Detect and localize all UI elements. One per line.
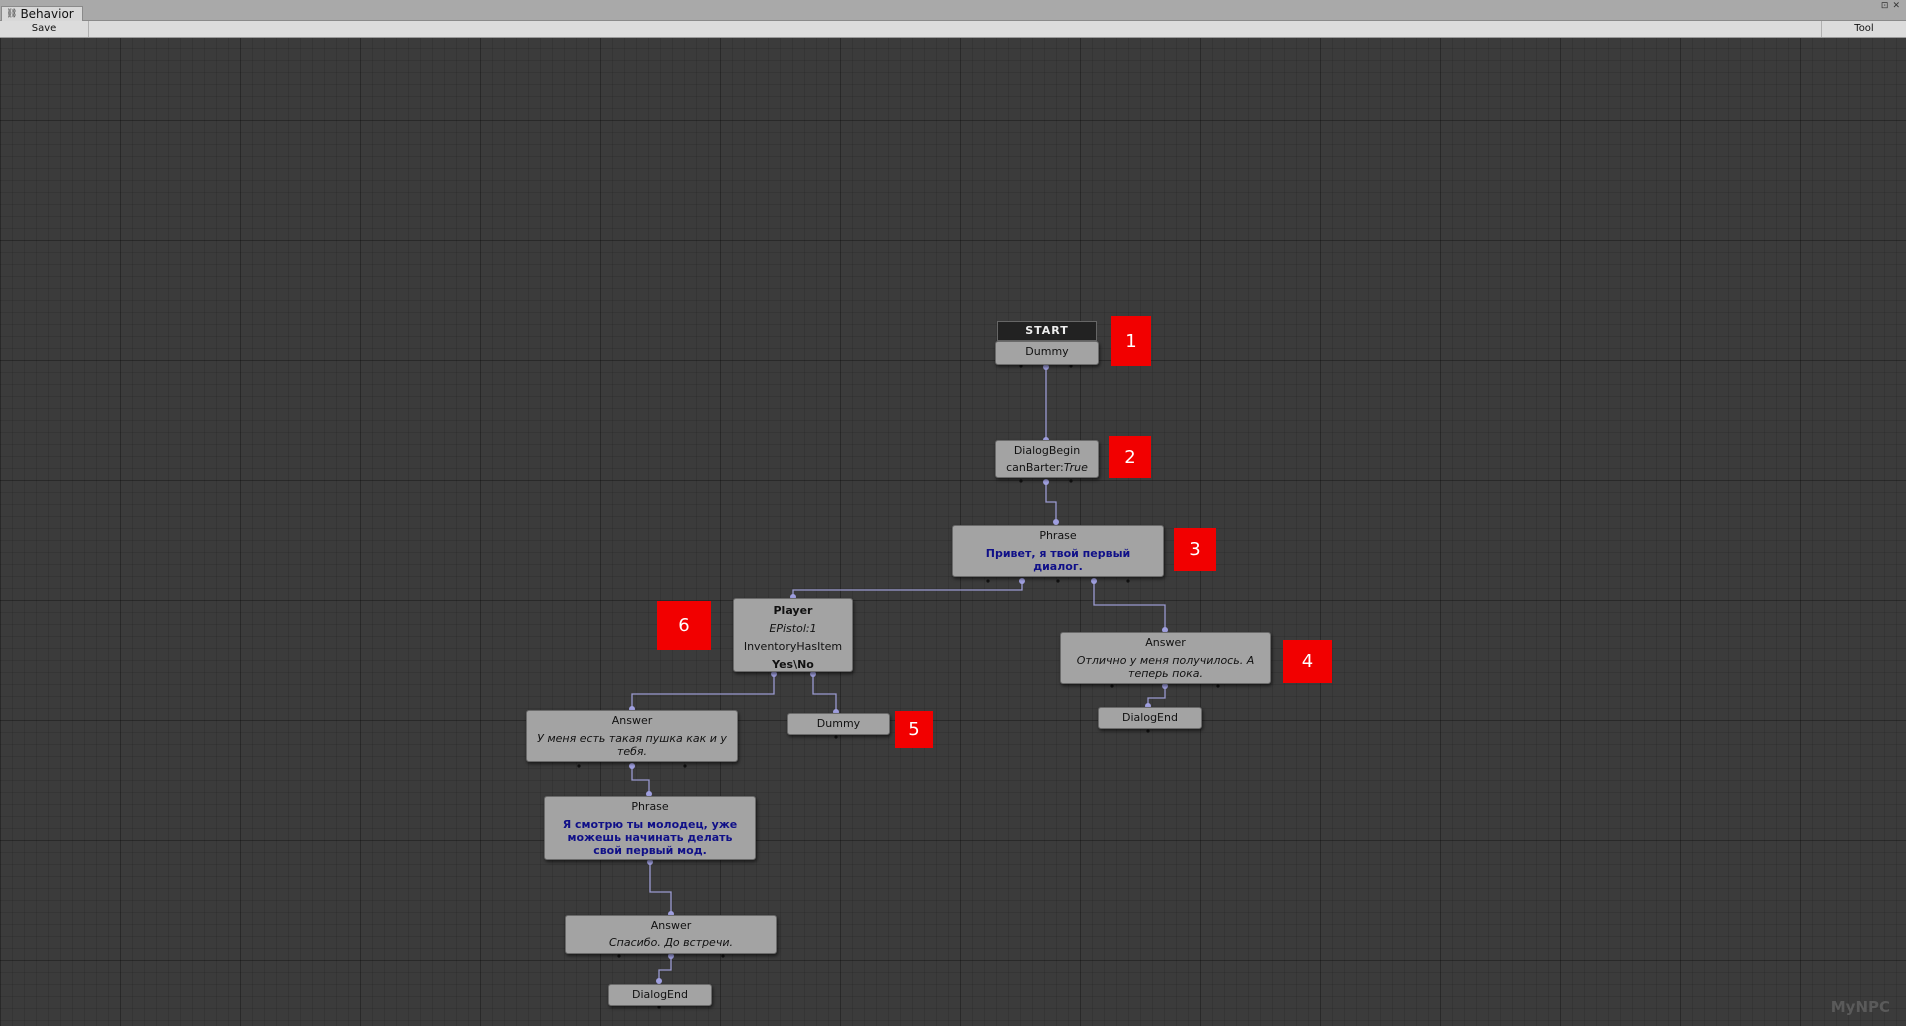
window-controls: ⊡ ✕ [1881, 1, 1900, 11]
node-title: Phrase [631, 800, 669, 813]
badge-5: 5 [895, 711, 933, 748]
node-title: Dummy [1025, 345, 1069, 358]
node-answer-left[interactable]: Answer У меня есть такая пушка как и у т… [526, 710, 738, 762]
phrase-text: Привет, я твой первый диалог. [985, 547, 1131, 573]
tool-button[interactable]: Tool [1821, 21, 1906, 37]
player-item: EPistol:1 [769, 622, 817, 635]
node-title: DialogEnd [1122, 711, 1178, 724]
node-title: Player [773, 604, 813, 617]
player-check: InventoryHasItem [743, 640, 843, 653]
save-button[interactable]: Save [0, 21, 89, 37]
badge-2: 2 [1109, 436, 1151, 478]
node-title: Answer [650, 919, 692, 932]
param-key: canBarter: [1006, 461, 1064, 474]
tab-behavior[interactable]: ⛓ Behavior [1, 6, 83, 21]
node-param: canBarter:True [996, 461, 1098, 475]
node-title: Answer [1145, 636, 1186, 649]
node-player[interactable]: Player EPistol:1 InventoryHasItem Yes\No [733, 598, 853, 672]
start-label: START [997, 321, 1097, 341]
close-icon[interactable]: ✕ [1892, 1, 1900, 11]
node-title: Dummy [816, 717, 861, 730]
param-value: True [1063, 461, 1088, 474]
tab-label: Behavior [20, 7, 74, 21]
tab-bar: ⛓ Behavior ⊡ ✕ [0, 0, 1906, 21]
node-answer-bottom[interactable]: Answer Спасибо. До встречи. [565, 915, 777, 954]
node-title: Answer [611, 714, 653, 727]
node-dummy-start[interactable]: Dummy [995, 341, 1099, 365]
badge-3: 3 [1174, 528, 1216, 571]
node-dialog-end-bottom[interactable]: DialogEnd [608, 984, 712, 1006]
badge-4: 4 [1283, 640, 1332, 683]
badge-1: 1 [1111, 316, 1151, 366]
node-title: Phrase [1039, 529, 1077, 542]
graph-icon: ⛓ [6, 9, 18, 19]
answer-text: У меня есть такая пушка как и у тебя. [537, 732, 727, 758]
maximize-icon[interactable]: ⊡ [1881, 1, 1889, 11]
node-phrase-2[interactable]: Phrase Я смотрю ты молодец, уже можешь н… [544, 796, 756, 860]
node-dialog-end-right[interactable]: DialogEnd [1098, 707, 1202, 729]
node-answer-right[interactable]: Answer Отлично у меня получилось. А тепе… [1060, 632, 1271, 684]
toolbar: Save Tool [0, 21, 1906, 38]
node-dummy-right[interactable]: Dummy [787, 713, 890, 735]
player-branches: Yes\No [772, 658, 814, 671]
answer-text: Спасибо. До встречи. [609, 936, 733, 949]
watermark: MyNPC [1830, 998, 1890, 1016]
phrase-text: Я смотрю ты молодец, уже можешь начинать… [562, 818, 738, 857]
badge-6: 6 [657, 601, 711, 650]
node-phrase-1[interactable]: Phrase Привет, я твой первый диалог. [952, 525, 1164, 577]
node-title: DialogBegin [1013, 444, 1081, 457]
answer-text: Отлично у меня получилось. А теперь пока… [1076, 654, 1255, 680]
node-dialog-begin[interactable]: DialogBegin canBarter:True [995, 440, 1099, 478]
node-title: DialogEnd [632, 988, 688, 1001]
